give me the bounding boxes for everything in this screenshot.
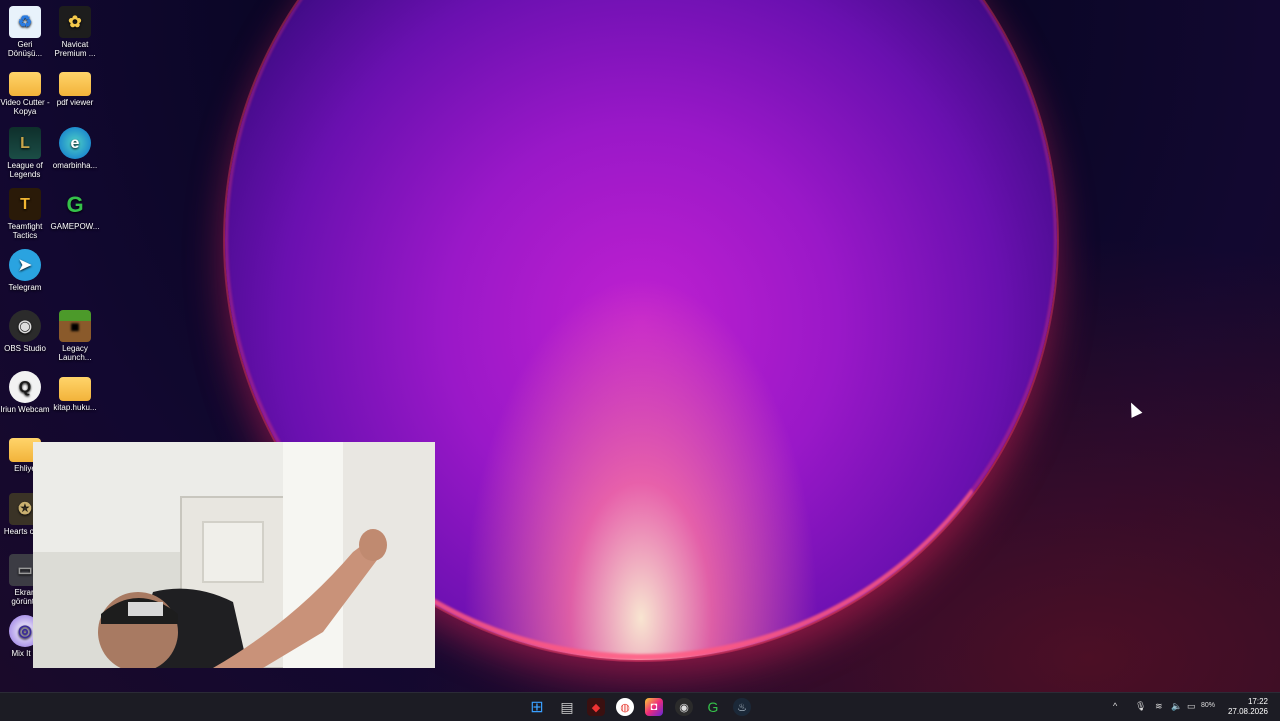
- desktop-icon-pdf-viewer[interactable]: pdf viewer: [50, 66, 100, 107]
- obs-taskbar-icon[interactable]: ◉: [675, 698, 693, 716]
- show-hidden-icons-chevron-icon[interactable]: ^: [1113, 701, 1117, 711]
- edge-icon: e: [59, 127, 91, 159]
- desktop-icon-navicat[interactable]: ✿ Navicat Premium ...: [50, 6, 100, 58]
- desktop-icon-label: omarbinha...: [52, 161, 98, 170]
- desktop-icon-label: Telegram: [8, 283, 42, 292]
- desktop-icon-label: Teamfight Tactics: [7, 222, 43, 240]
- start-icon[interactable]: ⊞: [528, 698, 546, 716]
- desktop-icon-teamfight-tactics[interactable]: T Teamfight Tactics: [0, 188, 50, 240]
- desktop-icon-label: Geri Dönüşü...: [7, 40, 43, 58]
- desktop-icon-iriun-webcam[interactable]: Q Iriun Webcam: [0, 371, 50, 414]
- desktop-icon-legacy-launcher[interactable]: ■ Legacy Launch...: [50, 310, 100, 362]
- desktop-icon-label: pdf viewer: [56, 98, 94, 107]
- telegram-icon: ➤: [9, 249, 41, 281]
- microphone-icon[interactable]: 🎙: [1135, 701, 1146, 712]
- recycle-bin-icon: ♻: [9, 6, 41, 38]
- minecraft-icon: ■: [59, 310, 91, 342]
- desktop-icon-label: Navicat Premium ...: [54, 40, 96, 58]
- iriun-webcam-icon: Q: [9, 371, 41, 403]
- desktop-icon-label: Legacy Launch...: [58, 344, 92, 362]
- gamepower-icon: G: [66, 191, 84, 217]
- gamepower-taskbar-icon[interactable]: G: [704, 698, 722, 716]
- folder-icon: [59, 377, 91, 401]
- system-clock[interactable]: 17:22 27.08.2026: [1228, 697, 1268, 717]
- desktop-icon-label: OBS Studio: [4, 344, 46, 353]
- desktop-icon-kitap[interactable]: kitap.huku...: [50, 371, 100, 412]
- volume-icon[interactable]: 🔈: [1171, 701, 1182, 712]
- obs-icon: ◉: [9, 310, 41, 342]
- desktop-icon-gamepower[interactable]: G GAMEPOW...: [50, 188, 100, 231]
- desktop-icon-omarbinha[interactable]: e omarbinha...: [50, 127, 100, 170]
- desktop-icon-recycle-bin[interactable]: ♻ Geri Dönüşü...: [0, 6, 50, 58]
- desktop-icon-label: Iriun Webcam: [0, 405, 50, 414]
- desktop-icon-obs-studio[interactable]: ◉ OBS Studio: [0, 310, 50, 353]
- folder-icon: [59, 72, 91, 96]
- desktop-icon-label: League of Legends: [7, 161, 43, 179]
- battery-percentage: 80%: [1201, 702, 1216, 709]
- taskbar: ⊞ ▤ ◆ ◍ ◘ ◉ G ♨ ^ 🎙 ≋ 🔈 ▭ 80% 17:22 27.0…: [0, 692, 1280, 721]
- desktop-icon-league-of-legends[interactable]: L League of Legends: [0, 127, 50, 179]
- teamfight-tactics-icon: T: [9, 188, 41, 220]
- desktop-icon-label: Video Cutter - Kopya: [0, 98, 50, 116]
- chrome-icon[interactable]: ◍: [616, 698, 634, 716]
- clock-date: 27.08.2026: [1227, 707, 1268, 716]
- desktop-icon-label: kitap.huku...: [53, 403, 97, 412]
- steam-icon[interactable]: ♨: [733, 698, 751, 716]
- navicat-icon: ✿: [59, 6, 91, 38]
- instagram-icon[interactable]: ◘: [645, 698, 663, 716]
- wifi-icon[interactable]: ≋: [1155, 701, 1163, 712]
- desktop-icon-video-cutter[interactable]: Video Cutter - Kopya: [0, 66, 50, 116]
- folder-icon: [9, 72, 41, 96]
- desktop-icon-label: GAMEPOW...: [50, 222, 100, 231]
- clock-time: 17:22: [1247, 697, 1268, 706]
- file-explorer-icon[interactable]: ▤: [558, 698, 576, 716]
- webcam-overlay: [33, 442, 435, 668]
- league-of-legends-icon: L: [9, 127, 41, 159]
- desktop-icon-telegram[interactable]: ➤ Telegram: [0, 249, 50, 292]
- webcam-scene: [33, 442, 435, 668]
- battery-icon[interactable]: ▭: [1187, 701, 1196, 712]
- app-red-icon[interactable]: ◆: [587, 698, 605, 716]
